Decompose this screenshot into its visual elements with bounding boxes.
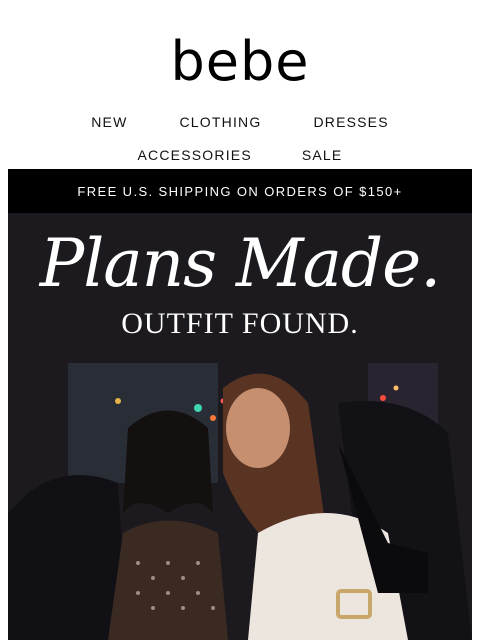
primary-nav-row-1: NEW CLOTHING DRESSES bbox=[0, 114, 480, 130]
nav-link-new[interactable]: NEW bbox=[91, 114, 127, 130]
nav-link-accessories[interactable]: ACCESSORIES bbox=[138, 147, 252, 163]
nav-link-sale[interactable]: SALE bbox=[302, 147, 343, 163]
hero-subtitle: OUTFIT FOUND. bbox=[121, 307, 359, 340]
hero-title: Plans Made. bbox=[39, 225, 441, 302]
primary-nav-row-2: ACCESSORIES SALE bbox=[0, 147, 480, 163]
brand-logo[interactable]: bebe bbox=[0, 30, 480, 94]
logo-text: bebe bbox=[170, 30, 310, 93]
promo-text: FREE U.S. SHIPPING ON ORDERS OF $150+ bbox=[77, 183, 403, 199]
nav-link-clothing[interactable]: CLOTHING bbox=[180, 114, 262, 130]
hero-banner[interactable]: Plans Made. OUTFIT FOUND. bbox=[8, 213, 472, 640]
shipping-promo-banner[interactable]: FREE U.S. SHIPPING ON ORDERS OF $150+ bbox=[8, 169, 472, 213]
nav-link-dresses[interactable]: DRESSES bbox=[313, 114, 388, 130]
